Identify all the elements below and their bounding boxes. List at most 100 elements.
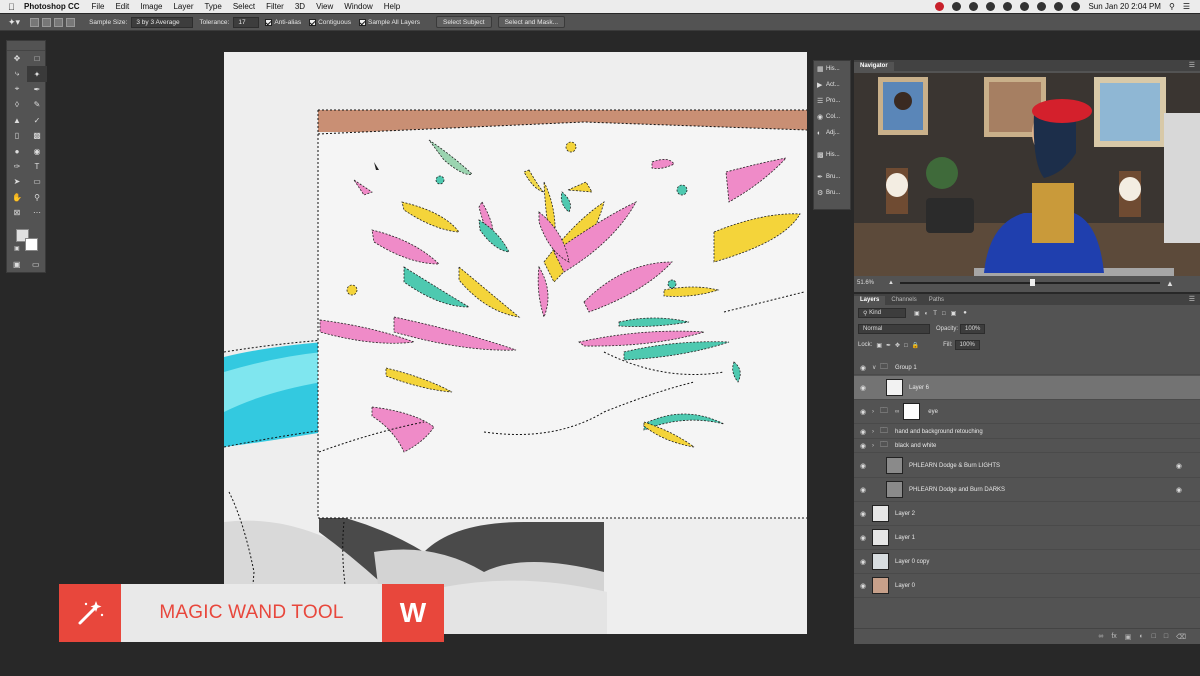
filter-toggle-icon[interactable]: ● xyxy=(963,310,967,316)
eraser-tool-icon[interactable]: ▯ xyxy=(7,128,27,143)
clone-stamp-tool-icon[interactable]: ▲ xyxy=(7,113,27,128)
toolbar-grip[interactable] xyxy=(7,41,45,51)
layer-row-eye[interactable]: ◉ › 🗀 ∞ eye xyxy=(854,400,1200,424)
panel-actions-button[interactable]: ▶ Act... xyxy=(814,77,850,93)
adjustment-layer-icon[interactable]: ◐ xyxy=(1139,633,1143,640)
document-canvas[interactable] xyxy=(224,52,807,634)
history-brush-tool-icon[interactable]: ✓ xyxy=(27,113,47,128)
layer-kind-filter-select[interactable]: ⚲ Kind xyxy=(858,308,906,318)
add-mask-icon[interactable]: ▣ xyxy=(1125,633,1132,641)
tray-sync-icon[interactable] xyxy=(986,2,996,11)
tray-airplay-icon[interactable] xyxy=(1037,2,1047,11)
layers-menu-icon[interactable]: ☰ xyxy=(1189,295,1195,303)
visibility-eye-icon[interactable]: ◉ xyxy=(854,442,872,450)
add-to-selection-icon[interactable] xyxy=(42,17,52,27)
contiguous-checkbox[interactable] xyxy=(309,18,317,26)
default-colors-icon[interactable]: ▣ xyxy=(14,245,20,252)
brush-tool-icon[interactable]: ✎ xyxy=(27,97,47,112)
panel-color-button[interactable]: ◉ Col... xyxy=(814,109,850,125)
tray-wifi-icon[interactable] xyxy=(1054,2,1064,11)
layer-row-dodge-burn-darks[interactable]: ◉ PHLEARN Dodge and Burn DARKS ◉ xyxy=(854,478,1200,502)
delete-layer-icon[interactable]: ⌫ xyxy=(1176,633,1186,641)
visibility-eye-icon[interactable]: ◉ xyxy=(854,384,872,392)
type-tool-icon[interactable]: T xyxy=(27,159,47,174)
magic-wand-tool-icon[interactable]: ✦ xyxy=(27,66,47,82)
tray-battery-icon[interactable] xyxy=(1071,2,1081,11)
panel-histogram-button[interactable]: ▩ His... xyxy=(814,147,850,163)
gradient-tool-icon[interactable]: ▩ xyxy=(27,128,47,143)
path-selection-tool-icon[interactable]: ➤ xyxy=(7,174,27,189)
navigator-menu-icon[interactable]: ☰ xyxy=(1189,61,1195,69)
pen-tool-icon[interactable]: ✑ xyxy=(7,159,27,174)
tray-cloud-icon[interactable] xyxy=(969,2,979,11)
zoom-out-icon[interactable]: ▲ xyxy=(888,280,894,286)
menu-view[interactable]: View xyxy=(316,2,333,11)
anti-alias-checkbox[interactable] xyxy=(265,18,273,26)
layer-row-group-1[interactable]: ◉ ∨ 🗀 Group 1 xyxy=(854,361,1200,375)
smart-object-icon[interactable]: ◉ xyxy=(1176,486,1182,494)
panel-adjustments-button[interactable]: ◐ Adj... xyxy=(814,125,850,141)
visibility-eye-icon[interactable]: ◉ xyxy=(854,364,872,372)
group-expand-icon[interactable]: › xyxy=(872,409,880,415)
new-selection-icon[interactable] xyxy=(30,17,40,27)
visibility-eye-icon[interactable]: ◉ xyxy=(854,486,872,494)
menu-edit[interactable]: Edit xyxy=(115,2,129,11)
layer-style-icon[interactable]: fx xyxy=(1111,633,1116,640)
move-tool-icon[interactable]: ✥ xyxy=(7,51,27,66)
sample-size-select[interactable]: 3 by 3 Average xyxy=(131,16,194,28)
blend-mode-select[interactable]: Normal xyxy=(858,324,930,334)
tray-volume-icon[interactable] xyxy=(1020,2,1030,11)
new-group-icon[interactable]: □ xyxy=(1152,633,1156,640)
zoom-slider-handle[interactable] xyxy=(1029,279,1035,286)
layer-row-layer-0-copy[interactable]: ◉ Layer 0 copy xyxy=(854,550,1200,574)
menu-filter[interactable]: Filter xyxy=(266,2,284,11)
zoom-tool-icon[interactable]: ⚲ xyxy=(27,190,47,205)
tray-screen-icon[interactable] xyxy=(1003,2,1013,11)
select-and-mask-button[interactable]: Select and Mask... xyxy=(497,16,566,28)
panel-history-button[interactable]: ▦ His... xyxy=(814,61,850,77)
group-expand-icon[interactable]: › xyxy=(872,429,880,435)
layer-filter-icons[interactable]: ▣◐T□▣ xyxy=(914,310,961,317)
menu-3d[interactable]: 3D xyxy=(295,2,305,11)
visibility-eye-icon[interactable]: ◉ xyxy=(854,510,872,518)
menu-image[interactable]: Image xyxy=(140,2,162,11)
menu-window[interactable]: Window xyxy=(344,2,372,11)
opacity-input[interactable]: 100% xyxy=(960,324,986,334)
edit-toolbar-icon[interactable]: ⊠ xyxy=(7,205,27,220)
hand-tool-icon[interactable]: ✋ xyxy=(7,190,27,205)
eyedropper-tool-icon[interactable]: ✒ xyxy=(27,82,47,97)
layer-row-dodge-burn-lights[interactable]: ◉ PHLEARN Dodge & Burn LIGHTS ◉ xyxy=(854,454,1200,478)
fill-input[interactable]: 100% xyxy=(954,340,980,350)
app-name-menu[interactable]: Photoshop CC xyxy=(24,2,80,11)
quick-mask-icon[interactable]: ▣ xyxy=(13,260,21,269)
panel-brush-settings-button[interactable]: ⚙ Bru... xyxy=(814,185,850,201)
tab-channels[interactable]: Channels xyxy=(885,296,922,305)
visibility-eye-icon[interactable]: ◉ xyxy=(854,558,872,566)
apple-menu-icon[interactable]:  xyxy=(8,2,24,12)
tab-navigator[interactable]: Navigator xyxy=(854,62,894,71)
menu-layer[interactable]: Layer xyxy=(173,2,193,11)
more-tools-icon[interactable]: ⋯ xyxy=(27,205,47,220)
group-expand-icon[interactable]: › xyxy=(872,443,880,449)
menu-type[interactable]: Type xyxy=(204,2,221,11)
layer-mask-thumbnail[interactable] xyxy=(903,403,921,420)
menubar-clock[interactable]: Sun Jan 20 2:04 PM xyxy=(1088,2,1161,11)
rectangle-tool-icon[interactable]: ▭ xyxy=(27,174,47,189)
navigator-zoom-value[interactable]: 51.6% xyxy=(857,280,874,286)
marquee-tool-icon[interactable]: □ xyxy=(27,51,47,66)
menu-file[interactable]: File xyxy=(92,2,105,11)
menu-select[interactable]: Select xyxy=(233,2,255,11)
visibility-eye-icon[interactable]: ◉ xyxy=(854,582,872,590)
magic-wand-preset-icon[interactable]: ✦▾ xyxy=(8,17,20,28)
lock-icons[interactable]: ▣✒✥□🔒 xyxy=(876,342,923,349)
link-layers-icon[interactable]: ∞ xyxy=(1098,633,1103,640)
layer-row-layer-0[interactable]: ◉ Layer 0 xyxy=(854,574,1200,598)
blur-tool-icon[interactable]: ● xyxy=(7,143,27,158)
new-layer-icon[interactable]: □ xyxy=(1164,633,1168,640)
panel-properties-button[interactable]: ☰ Pro... xyxy=(814,93,850,109)
layer-row-black-and-white[interactable]: ◉ › 🗀 black and white xyxy=(854,439,1200,453)
intersect-selection-icon[interactable] xyxy=(66,17,76,27)
layer-row-layer-6[interactable]: ◉ Layer 6 xyxy=(854,376,1200,400)
visibility-eye-icon[interactable]: ◉ xyxy=(854,462,872,470)
layer-row-hand-background-retouching[interactable]: ◉ › 🗀 hand and background retouching xyxy=(854,425,1200,439)
